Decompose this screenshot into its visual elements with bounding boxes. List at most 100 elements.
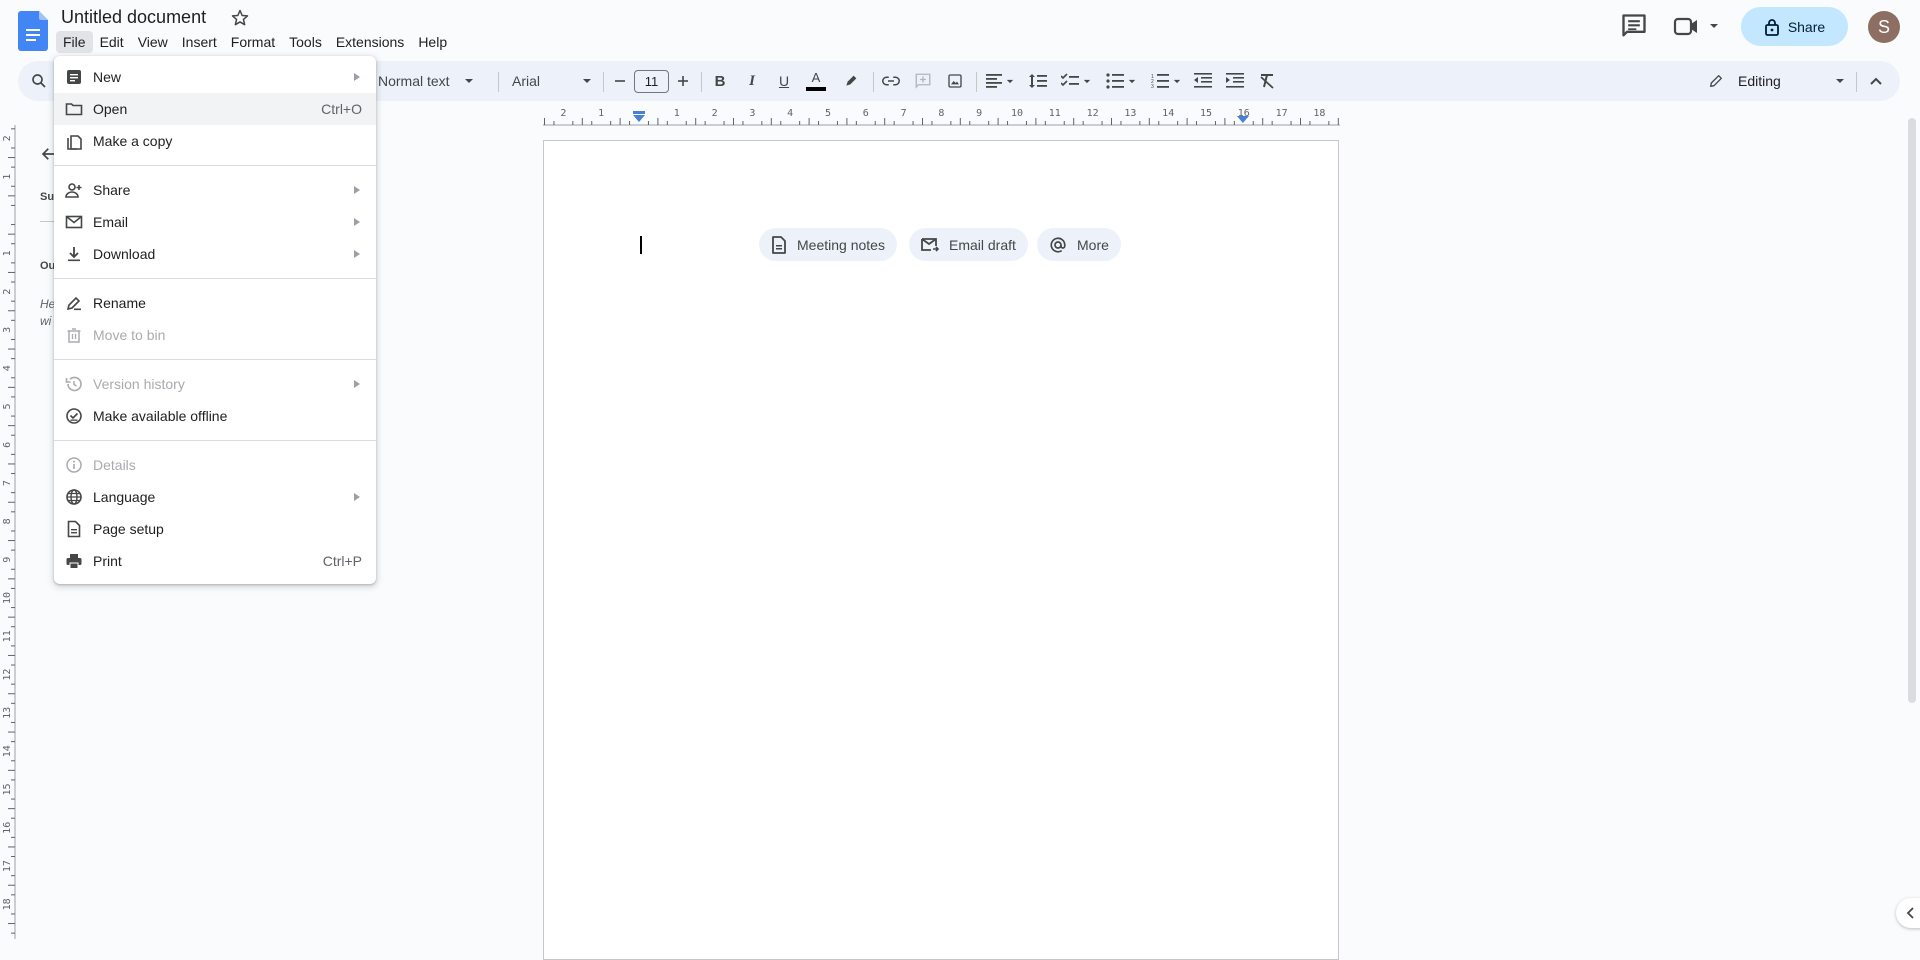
vertical-scrollbar[interactable] [1908,118,1916,703]
comments-button[interactable] [1620,12,1648,40]
file-menu: New Open Ctrl+O Make a copy Share Email Downlo… [54,56,376,584]
ruler-tick-label: 10 [1011,108,1023,119]
menu-item-label: Version history [93,376,185,392]
file-menu-item-print[interactable]: Print Ctrl+P [54,545,376,577]
share-button[interactable]: Share [1741,7,1848,46]
image-icon [948,74,962,88]
history-icon [65,375,83,393]
ruler-tick-label: 14 [1162,108,1174,119]
menu-view[interactable]: View [131,31,175,53]
email-icon [65,213,83,231]
email-draft-chip[interactable]: Email draft [909,228,1028,261]
menu-file[interactable]: File [56,31,93,53]
meet-button[interactable] [1672,12,1724,40]
chevron-down-icon [1083,79,1091,83]
document-title[interactable]: Untitled document [61,6,206,28]
file-menu-item-share[interactable]: Share [54,174,376,206]
font-dropdown[interactable]: Arial [512,68,592,94]
minus-icon [615,80,625,82]
ruler-tick-label: 15 [1200,108,1212,119]
clear-formatting-button[interactable] [1256,68,1278,94]
ruler-tick-label: 11 [1049,108,1061,119]
menu-item-label: Page setup [93,521,164,537]
file-menu-item-open[interactable]: Open Ctrl+O [54,93,376,125]
ruler-tick-label: 2 [2,289,13,295]
menu-separator [54,440,376,441]
ruler-tick-label: 17 [2,860,13,872]
menu-insert[interactable]: Insert [175,31,224,53]
hide-menus-button[interactable] [1866,68,1886,94]
ruler-tick-label: 2 [560,108,566,119]
star-icon[interactable] [230,8,250,28]
ruler-tick-label: 3 [2,327,13,333]
add-comment-button[interactable] [912,68,934,94]
ruler-tick-label: 6 [2,442,13,448]
increase-font-size-button[interactable] [674,68,692,94]
text-color-button[interactable]: A [805,68,827,94]
menu-help[interactable]: Help [411,31,454,53]
italic-button[interactable]: I [743,68,761,94]
decrease-font-size-button[interactable] [611,68,629,94]
editing-mode-dropdown[interactable]: Editing [1708,68,1848,94]
side-panel-toggle-button[interactable] [1896,898,1920,928]
new-doc-icon [65,68,83,86]
paragraph-style-dropdown[interactable]: Normal text [378,68,488,94]
font-value: Arial [512,73,541,89]
menu-tools[interactable]: Tools [282,31,329,53]
menu-item-label: Details [93,457,136,473]
menu-item-label: New [93,69,122,85]
more-chip[interactable]: More [1037,228,1121,261]
insert-link-button[interactable] [880,68,902,94]
text-color-swatch [806,87,826,91]
file-menu-item-rename[interactable]: Rename [54,287,376,319]
increase-indent-button[interactable] [1224,68,1246,94]
menu-separator [54,359,376,360]
align-button[interactable] [985,68,1015,94]
document-page[interactable] [543,140,1339,960]
menu-separator [54,278,376,279]
vertical-ruler[interactable]: 21123456789101112131415161718 [0,125,16,939]
ruler-tick-label: 8 [938,108,944,119]
share-label: Share [1787,18,1826,35]
person-add-icon [65,181,83,199]
ruler-tick-label: 9 [2,557,13,563]
ruler-tick-label: 2 [712,108,718,119]
svg-text:3: 3 [1151,84,1154,89]
chevron-down-icon [464,79,473,83]
ruler-tick-label: 12 [1087,108,1099,119]
file-menu-item-make-a-copy[interactable]: Make a copy [54,125,376,157]
highlight-color-button[interactable] [840,68,862,94]
insert-image-button[interactable] [944,68,966,94]
file-menu-item-new[interactable]: New [54,61,376,93]
numbered-list-button[interactable]: 123 [1149,68,1183,94]
underline-button[interactable]: U [775,68,793,94]
meeting-notes-chip[interactable]: Meeting notes [759,228,897,261]
checklist-button[interactable] [1059,68,1093,94]
menu-edit[interactable]: Edit [93,31,131,53]
file-menu-item-page-setup[interactable]: Page setup [54,513,376,545]
menu-item-label: Open [93,101,128,117]
file-menu-item-language[interactable]: Language [54,481,376,513]
menu-item-shortcut: Ctrl+P [322,553,362,569]
menu-format[interactable]: Format [224,31,282,53]
font-size-input[interactable]: 11 [634,70,669,93]
ruler-tick-label: 5 [2,403,13,409]
menu-item-label: Email [93,214,129,230]
avatar[interactable]: S [1868,11,1900,43]
ruler-tick-label: 11 [2,630,13,642]
ruler-tick-label: 17 [1276,108,1288,119]
bold-button[interactable]: B [711,68,729,94]
search-menus-icon[interactable] [28,68,50,94]
file-menu-item-download[interactable]: Download [54,238,376,270]
decrease-indent-button[interactable] [1192,68,1214,94]
menu-extensions[interactable]: Extensions [329,31,411,53]
file-menu-item-email[interactable]: Email [54,206,376,238]
meeting-notes-label: Meeting notes [797,236,885,253]
line-spacing-button[interactable] [1027,68,1049,94]
file-menu-item-make-available-offline[interactable]: Make available offline [54,400,376,432]
bulleted-list-button[interactable] [1104,68,1138,94]
ruler-tick-label: 9 [976,108,982,119]
horizontal-ruler[interactable]: 2 1 1 2 3 4 5 6 7 8 9 10 11 12 13 14 15 16 17 18 [543,104,1340,126]
rename-icon [65,294,83,312]
docs-logo-icon[interactable] [18,11,48,51]
